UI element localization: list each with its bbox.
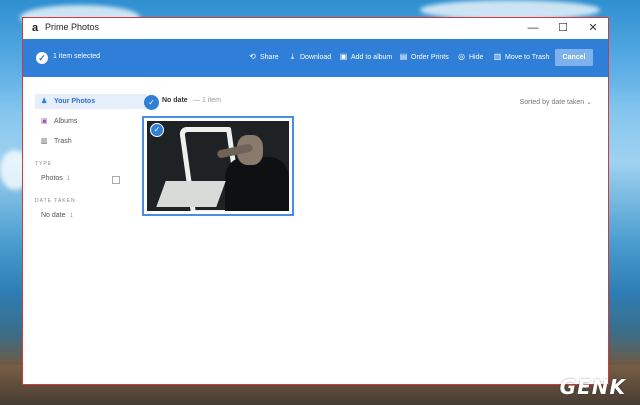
photo-person-body [225, 157, 289, 211]
sort-dropdown[interactable]: Sorted by date taken ⌄ [520, 98, 592, 106]
maximize-button[interactable]: ☐ [548, 18, 578, 39]
download-button[interactable]: ⤓ Download [288, 52, 331, 62]
order-prints-button[interactable]: ▤ Order Prints [399, 52, 449, 61]
group-title: No date [162, 97, 188, 104]
title-bar[interactable]: a Prime Photos — ☐ ✕ [23, 18, 608, 39]
download-icon: ⤓ [290, 52, 295, 61]
share-button[interactable]: ⟲ Share [248, 52, 279, 61]
trash-icon: ▥ [493, 52, 502, 61]
sidebar-item-your-photos[interactable]: ♟ Your Photos [35, 94, 147, 109]
sidebar: ♟ Your Photos ▣ Albums ▥ Trash TYPE Photos 1… [35, 94, 147, 223]
type-heading: TYPE [35, 161, 53, 167]
photo-thumbnail[interactable]: ✓ [142, 116, 294, 216]
add-to-album-button[interactable]: ▣ Add to album [339, 52, 393, 61]
prints-icon: ▤ [399, 52, 408, 61]
facet-photos[interactable]: Photos 1 [35, 172, 147, 186]
selection-count: 1 item selected [53, 53, 101, 60]
share-icon: ⟲ [249, 52, 256, 61]
date-taken-heading: DATE TAKEN [35, 198, 76, 204]
move-to-trash-button[interactable]: ▥ Move to Trash [493, 52, 550, 61]
app-window: a Prime Photos — ☐ ✕ ✓ 1 item selected ⟲… [22, 17, 609, 385]
minimize-button[interactable]: — [518, 18, 548, 39]
photo-image [147, 121, 289, 211]
check-icon[interactable]: ✓ [36, 52, 48, 64]
person-icon: ♟ [41, 98, 48, 105]
group-count: — 1 item [193, 97, 222, 104]
group-select-check-icon[interactable]: ✓ [144, 95, 159, 110]
watermark-logo: GENK [559, 375, 626, 399]
facet-no-date[interactable]: No date 1 [35, 209, 147, 223]
hide-button[interactable]: ◎ Hide [457, 52, 483, 61]
photos-checkbox[interactable] [112, 176, 120, 184]
album-icon: ▣ [41, 118, 48, 125]
photo-car-door [156, 181, 226, 207]
selection-toolbar: ✓ 1 item selected ⟲ Share ⤓ Download ▣ Add … [23, 39, 608, 77]
trash-icon: ▥ [41, 138, 48, 145]
sidebar-item-albums[interactable]: ▣ Albums [35, 114, 147, 129]
photo-selected-check-icon[interactable]: ✓ [150, 123, 164, 137]
album-icon: ▣ [339, 52, 348, 61]
cancel-button[interactable]: Cancel [555, 49, 593, 66]
close-button[interactable]: ✕ [578, 18, 608, 39]
sidebar-item-trash[interactable]: ▥ Trash [35, 134, 147, 149]
window-title: Prime Photos [45, 22, 100, 32]
amazon-icon: a [31, 22, 39, 34]
hide-icon: ◎ [458, 52, 465, 61]
